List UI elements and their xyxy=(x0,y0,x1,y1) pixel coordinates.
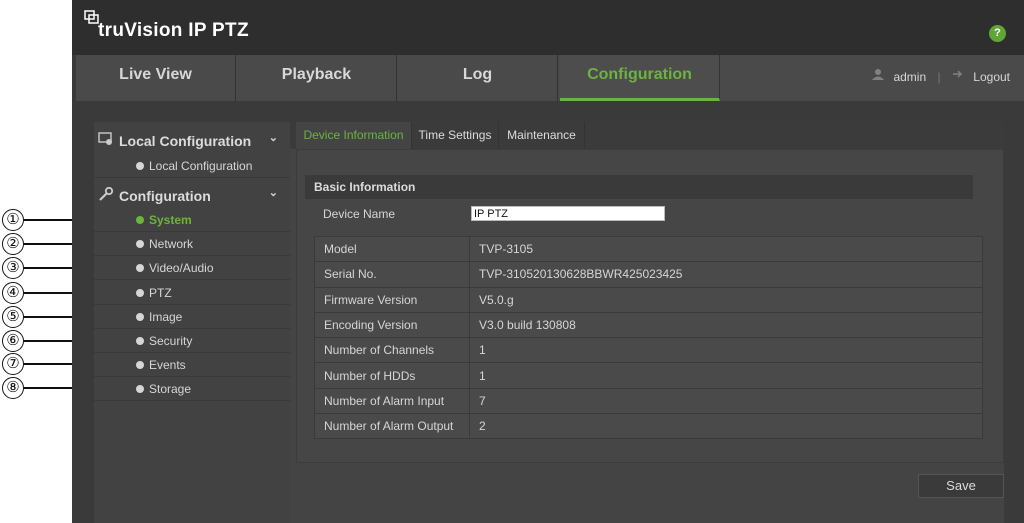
device-info-table: Model TVP-3105 Serial No. TVP-310520130628… xyxy=(314,235,983,440)
row-key: Number of Alarm Input xyxy=(314,387,470,415)
menu-item-label: Video/Audio xyxy=(149,261,214,275)
callout-number: ② xyxy=(2,233,24,255)
menu-item-label: Events xyxy=(149,358,186,372)
menu-item-label: System xyxy=(149,213,192,227)
bullet-icon xyxy=(136,337,144,345)
tab-playback[interactable]: Playback xyxy=(237,55,397,101)
bullet-icon xyxy=(136,240,144,248)
username[interactable]: admin xyxy=(893,70,926,84)
tab-time-settings[interactable]: Time Settings xyxy=(412,122,499,149)
bullet-icon xyxy=(136,361,144,369)
row-value: 1 xyxy=(469,337,983,364)
bullet-icon xyxy=(136,385,144,393)
menu-item-security[interactable]: Security xyxy=(94,329,290,353)
header: truVision IP PTZ ? xyxy=(72,0,1024,55)
user-bar: admin | Logout xyxy=(872,68,1010,84)
callout-number: ⑤ xyxy=(2,306,24,328)
row-key: Serial No. xyxy=(314,261,470,288)
table-row: Serial No. TVP-310520130628BBWR425023425 xyxy=(314,261,983,288)
menu-item-ptz[interactable]: PTZ xyxy=(94,281,290,305)
row-key: Encoding Version xyxy=(314,311,470,339)
bullet-icon xyxy=(136,264,144,272)
row-value: TVP-310520130628BBWR425023425 xyxy=(469,261,983,288)
bullet-icon xyxy=(136,313,144,321)
local-config-icon xyxy=(98,132,112,145)
bullet-icon xyxy=(136,216,144,224)
menu-item-label: Local Configuration xyxy=(149,159,253,173)
row-value: 2 xyxy=(469,413,983,440)
callout-number: ⑦ xyxy=(2,353,24,375)
brand-name: truVision IP PTZ xyxy=(98,20,249,41)
table-row: Number of Alarm Output 2 xyxy=(314,413,983,440)
row-key: Number of HDDs xyxy=(314,362,470,389)
menu-item-label: Storage xyxy=(149,382,192,396)
callout-number: ① xyxy=(2,209,24,231)
bullet-icon xyxy=(136,162,144,170)
tab-log[interactable]: Log xyxy=(398,55,558,101)
menu-item-label: Image xyxy=(149,310,183,324)
save-button[interactable]: Save xyxy=(918,474,1004,498)
sidebar: Local Configuration ⌄ Local Configuratio… xyxy=(94,122,290,523)
menu-item-label: PTZ xyxy=(149,286,172,300)
logout-link[interactable]: Logout xyxy=(973,70,1010,84)
table-row: Number of Alarm Input 7 xyxy=(314,387,983,415)
callout-number: ③ xyxy=(2,257,24,279)
tab-maintenance[interactable]: Maintenance xyxy=(499,122,585,149)
chevron-down-icon: ⌄ xyxy=(268,187,278,199)
tab-live-view[interactable]: Live View xyxy=(76,55,236,101)
callout-number: ⑥ xyxy=(2,330,24,352)
row-value: 7 xyxy=(469,387,983,415)
row-key: Firmware Version xyxy=(314,286,470,313)
content-area: Device Information Time Settings Mainten… xyxy=(290,122,1004,523)
page: ① ② ③ ④ ⑤ ⑥ ⑦ ⑧ truVision IP PTZ ? Live … xyxy=(0,0,1024,523)
bullet-icon xyxy=(136,289,144,297)
separator: | xyxy=(937,69,941,84)
tab-device-information[interactable]: Device Information xyxy=(296,122,412,149)
user-icon xyxy=(872,69,885,80)
device-name-label: Device Name xyxy=(323,207,396,221)
callout-number: ⑧ xyxy=(2,377,24,399)
menu-item-label: Security xyxy=(149,334,193,348)
table-row: Encoding Version V3.0 build 130808 xyxy=(314,311,983,339)
logout-icon xyxy=(952,70,963,78)
row-value: V3.0 build 130808 xyxy=(469,311,983,339)
wrench-icon xyxy=(99,187,114,201)
row-value: V5.0.g xyxy=(469,286,983,313)
row-key: Number of Channels xyxy=(314,337,470,364)
sub-tabs: Device Information Time Settings Mainten… xyxy=(290,122,1004,149)
help-icon[interactable]: ? xyxy=(989,25,1006,42)
row-value: TVP-3105 xyxy=(469,235,983,263)
section-title: Basic Information xyxy=(305,175,973,199)
menu-item-network[interactable]: Network xyxy=(94,232,290,256)
main-nav: Live View Playback Log Configuration adm… xyxy=(76,55,1024,101)
menu-configuration-header[interactable]: Configuration ⌄ xyxy=(94,179,290,209)
menu-item-events[interactable]: Events xyxy=(94,353,290,377)
table-row: Firmware Version V5.0.g xyxy=(314,286,983,313)
menu-item-image[interactable]: Image xyxy=(94,305,290,329)
row-key: Model xyxy=(314,235,470,263)
chevron-down-icon: ⌄ xyxy=(268,132,278,144)
menu-item-system[interactable]: System xyxy=(94,208,290,232)
table-row: Number of HDDs 1 xyxy=(314,362,983,389)
device-name-input[interactable] xyxy=(471,206,665,221)
menu-item-label: Network xyxy=(149,237,194,251)
row-key: Number of Alarm Output xyxy=(314,413,470,440)
menu-item-local-configuration[interactable]: Local Configuration xyxy=(94,154,290,178)
row-value: 1 xyxy=(469,362,983,389)
menu-local-configuration-header[interactable]: Local Configuration ⌄ xyxy=(94,124,290,154)
callout-number: ④ xyxy=(2,282,24,304)
table-row: Model TVP-3105 xyxy=(314,235,983,263)
menu-header-label: Local Configuration xyxy=(119,133,252,149)
table-row: Number of Channels 1 xyxy=(314,337,983,364)
menu-item-storage[interactable]: Storage xyxy=(94,377,290,401)
menu-header-label: Configuration xyxy=(119,188,211,204)
tab-configuration[interactable]: Configuration xyxy=(560,55,720,101)
menu-item-video-audio[interactable]: Video/Audio xyxy=(94,256,290,280)
app-window: truVision IP PTZ ? Live View Playback Lo… xyxy=(72,0,1024,523)
